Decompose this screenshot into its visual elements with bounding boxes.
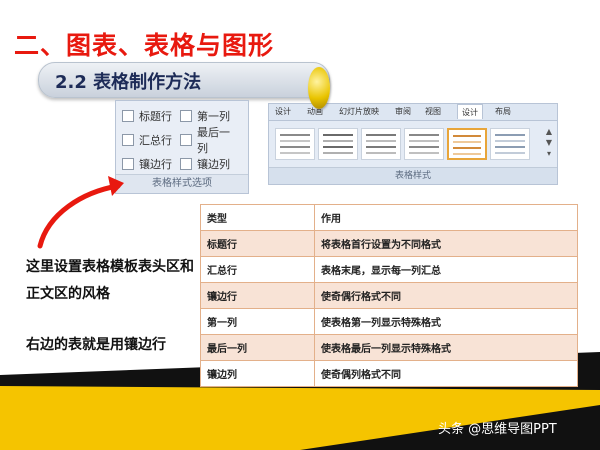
table-row: 标题行 将表格首行设置为不同格式: [200, 230, 578, 257]
ribbon-group-label: 表格样式: [269, 167, 557, 184]
thumbnail-line: [453, 147, 481, 149]
checkbox-icon[interactable]: [180, 158, 192, 170]
option-checkbox[interactable]: 汇总行: [122, 131, 180, 149]
type-cell: 镶边列: [200, 360, 315, 387]
type-cell: 类型: [200, 204, 315, 231]
checkbox-icon[interactable]: [122, 158, 134, 170]
note-text-1: 这里设置表格模板表头区和正文区的风格: [26, 259, 194, 302]
checkbox-icon[interactable]: [122, 110, 134, 122]
option-label: 标题行: [139, 110, 172, 123]
effect-cell: 使表格最后一列显示特殊格式: [314, 334, 578, 361]
table-row: 类型 作用: [200, 204, 578, 231]
thumbnail-line: [495, 140, 525, 142]
thumbnail-line: [495, 134, 525, 136]
type-cell: 标题行: [200, 230, 315, 257]
thumbnail-line: [409, 152, 439, 154]
options-panel-label: 表格样式选项: [116, 174, 248, 193]
effect-cell: 使奇偶行格式不同: [314, 282, 578, 309]
table-row: 汇总行 表格末尾，显示每一列汇总: [200, 256, 578, 283]
checkbox-icon[interactable]: [180, 110, 192, 122]
effect-cell: 使奇偶列格式不同: [314, 360, 578, 387]
thumbnail-line: [280, 152, 310, 154]
thumbnail-line: [323, 134, 353, 136]
option-checkbox[interactable]: 第一列: [180, 107, 240, 125]
thumbnail-line: [366, 152, 396, 154]
option-checkbox[interactable]: 镶边行: [122, 155, 180, 173]
option-label: 最后一列: [197, 126, 230, 155]
thumbnail-line: [323, 146, 353, 148]
table-style-thumbnail[interactable]: [275, 128, 315, 160]
option-checkbox[interactable]: 最后一列: [180, 126, 240, 155]
table-row: 镶边行 使奇偶行格式不同: [200, 282, 578, 309]
option-checkbox[interactable]: 镶边列: [180, 155, 240, 173]
effect-cell: 作用: [314, 204, 578, 231]
thumbnail-line: [323, 140, 353, 142]
table-style-options-panel: 标题行 第一列汇总行 最后一列镶边行 镶边列 表格样式选项: [115, 100, 249, 194]
thumbnail-line: [409, 146, 439, 148]
option-checkbox[interactable]: 标题行: [122, 107, 180, 125]
ribbon-tab[interactable]: 审阅: [395, 106, 411, 117]
table-style-thumbnail[interactable]: [318, 128, 358, 160]
thumbnail-line: [323, 152, 353, 154]
section-header: 2.2 表格制作方法: [38, 62, 330, 98]
thumbnail-line: [495, 146, 525, 148]
gallery-more-icon[interactable]: ▾: [544, 148, 554, 159]
style-description-table: 类型 作用 标题行 将表格首行设置为不同格式 汇总行 表格末尾，显示每一列汇总 镶边行 使奇偶…: [200, 204, 578, 387]
effect-cell: 将表格首行设置为不同格式: [314, 230, 578, 257]
table-style-thumbnail[interactable]: [447, 128, 487, 160]
ribbon-tab[interactable]: 设计: [457, 104, 483, 119]
option-label: 汇总行: [139, 134, 172, 147]
ribbon-tab[interactable]: 视图: [425, 106, 441, 117]
slide-title: 二、图表、表格与图形: [14, 31, 275, 60]
thumbnail-line: [495, 152, 525, 154]
thumbnail-line: [453, 135, 481, 137]
option-label: 镶边列: [197, 158, 230, 171]
thumbnail-line: [409, 140, 439, 142]
table-row: 镶边列 使奇偶列格式不同: [200, 360, 578, 387]
table-style-thumbnail[interactable]: [404, 128, 444, 160]
effect-cell: 使表格第一列显示特殊格式: [314, 308, 578, 335]
table-styles-ribbon: 设计 动画 幻灯片放映 审阅 视图 设计 布局 ▲ ▼ ▾ 表格样式: [268, 103, 558, 185]
table-style-thumbnail[interactable]: [490, 128, 530, 160]
type-cell: 汇总行: [200, 256, 315, 283]
ribbon-tab[interactable]: 幻灯片放映: [339, 106, 379, 117]
effect-cell: 表格末尾，显示每一列汇总: [314, 256, 578, 283]
thumbnail-line: [280, 134, 310, 136]
scroll-up-icon[interactable]: ▲: [544, 126, 554, 137]
ribbon-tab-bar: 设计 动画 幻灯片放映 审阅 视图 设计 布局: [269, 104, 557, 121]
thumbnail-line: [366, 134, 396, 136]
thumbnail-line: [453, 153, 481, 155]
checkbox-icon[interactable]: [180, 134, 192, 146]
checkbox-icon[interactable]: [122, 134, 134, 146]
gold-bullet-icon: [308, 67, 330, 109]
thumbnail-line: [453, 141, 481, 143]
note-text-2: 右边的表就是用镶边行: [26, 337, 166, 353]
style-thumbnails: [275, 128, 530, 160]
type-cell: 第一列: [200, 308, 315, 335]
options-grid: 标题行 第一列汇总行 最后一列镶边行 镶边列: [122, 107, 240, 173]
type-cell: 最后一列: [200, 334, 315, 361]
ribbon-tab[interactable]: 布局: [495, 106, 511, 117]
thumbnail-line: [366, 146, 396, 148]
thumbnail-line: [280, 140, 310, 142]
section-title: 2.2 表格制作方法: [55, 72, 202, 93]
table-row: 第一列 使表格第一列显示特殊格式: [200, 308, 578, 335]
option-label: 第一列: [197, 110, 230, 123]
scroll-down-icon[interactable]: ▼: [544, 137, 554, 148]
thumbnail-line: [409, 134, 439, 136]
type-cell: 镶边行: [200, 282, 315, 309]
ribbon-tab[interactable]: 设计: [275, 106, 291, 117]
table-row: 最后一列 使表格最后一列显示特殊格式: [200, 334, 578, 361]
thumbnail-line: [366, 140, 396, 142]
gallery-scroll[interactable]: ▲ ▼ ▾: [544, 126, 554, 162]
option-label: 镶边行: [139, 158, 172, 171]
watermark: 头条 @思维导图PPT: [438, 422, 557, 437]
table-style-thumbnail[interactable]: [361, 128, 401, 160]
thumbnail-line: [280, 146, 310, 148]
